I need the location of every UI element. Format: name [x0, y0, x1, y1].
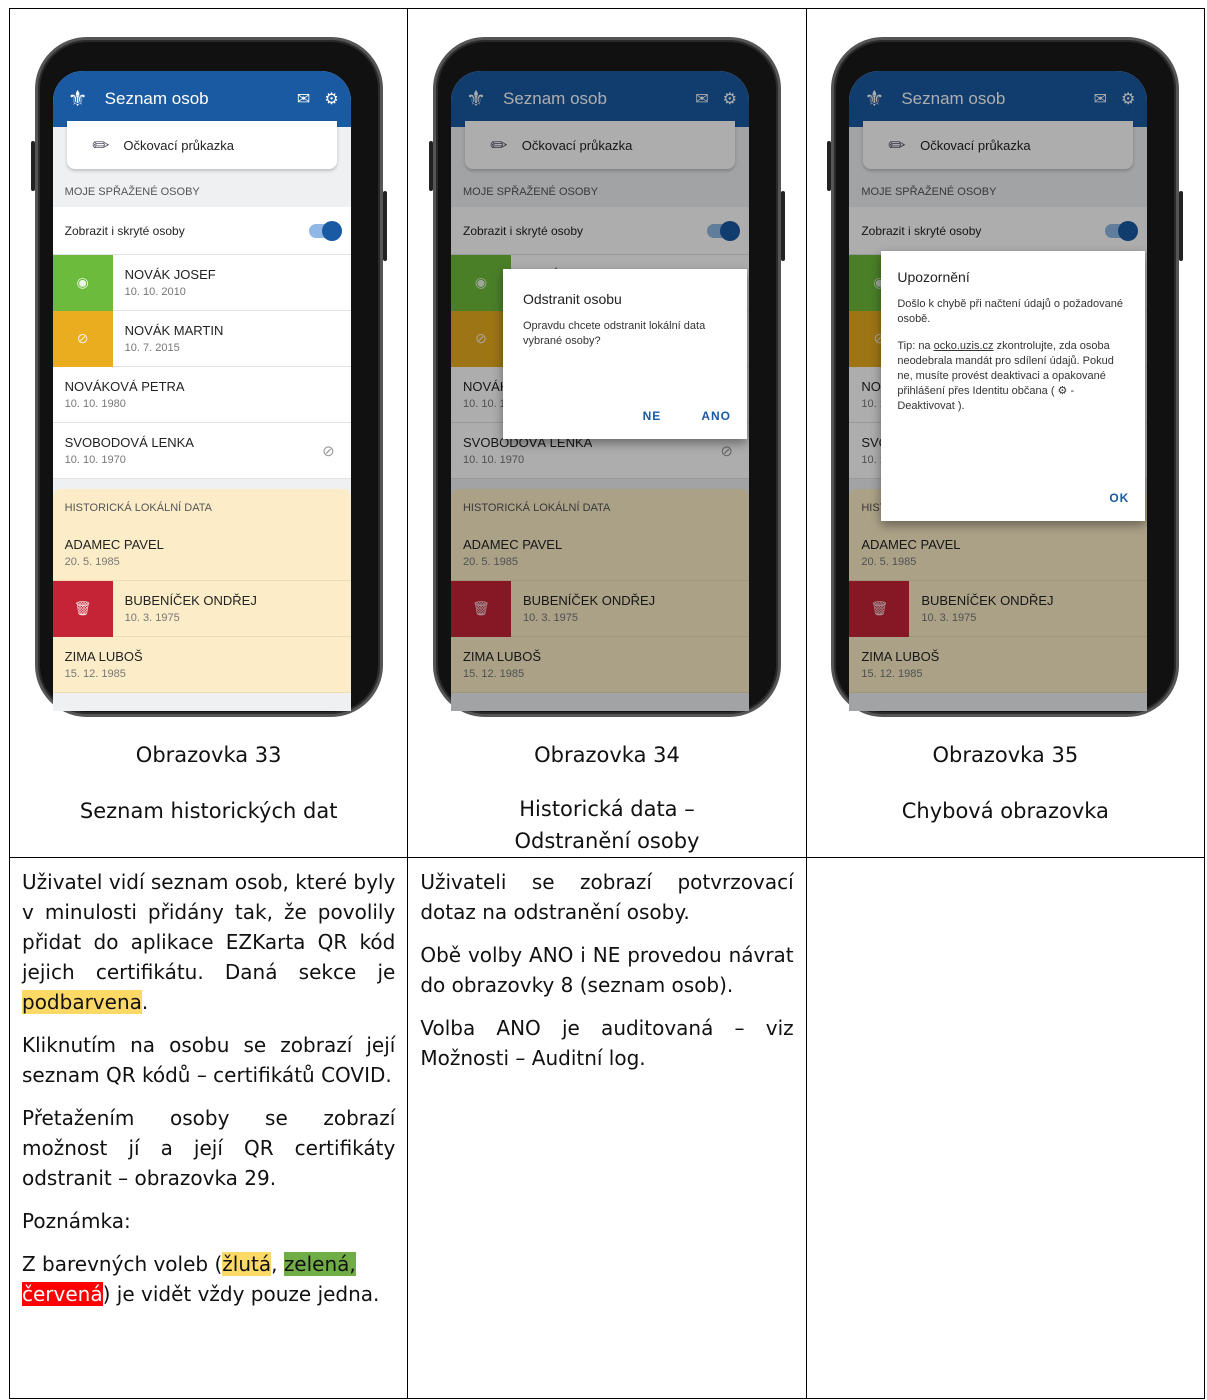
- highlight-yellow: žlutá: [222, 1252, 272, 1276]
- show-hidden-toggle[interactable]: [308, 220, 342, 241]
- eye-off-icon[interactable]: ⊘: [322, 442, 335, 460]
- vaccination-card-button[interactable]: ✎ Očkovací průkazka: [66, 121, 337, 169]
- list-item[interactable]: 🗑 BUBENÍČEK ONDŘEJ 10. 3. 1975: [52, 580, 351, 637]
- screen-title: Chybová obrazovka: [901, 799, 1109, 823]
- show-hidden-toggle-row[interactable]: Zobrazit i skryté osoby: [52, 207, 351, 255]
- description-cell-33: Uživatel vidí seznam osob, které byly v …: [8, 857, 409, 1399]
- highlight-green: zelená,: [283, 1252, 356, 1276]
- phone-mockup: ⚜ Seznam osob ✉ ⚙ ✎ Očkovací průkazka MO…: [428, 21, 785, 721]
- ok-button[interactable]: OK: [1109, 491, 1129, 505]
- person-date: 10. 3. 1975: [124, 612, 180, 624]
- section-header: MOJE SPŘAŽENÉ OSOBY: [64, 186, 200, 198]
- eye-icon: ◉: [52, 254, 113, 311]
- screen-title: Seznam historických dat: [79, 799, 338, 823]
- app-screen: ⚜ Seznam osob ✉ ⚙ ✎ Očkovací průkazka MO…: [849, 71, 1148, 711]
- history-header: HISTORICKÁ LOKÁLNÍ DATA: [64, 502, 212, 514]
- person-name: ADAMEC PAVEL: [64, 537, 164, 552]
- person-name: BUBENÍČEK ONDŘEJ: [124, 593, 257, 608]
- screen-title: Historická data – Odstranění osoby: [514, 797, 700, 853]
- vaccination-card-label: Očkovací průkazka: [123, 137, 234, 153]
- description-cell-34: Uživateli se zobrazí potvrzovací dotaz n…: [407, 857, 807, 1399]
- gear-icon: ⚙: [1054, 385, 1068, 397]
- screen-number: Obrazovka 34: [534, 743, 680, 767]
- person-name: ZIMA LUBOŠ: [64, 649, 143, 664]
- list-item[interactable]: ADAMEC PAVEL 20. 5. 1985: [52, 525, 351, 581]
- mail-icon[interactable]: ✉: [297, 89, 310, 109]
- highlight-red: červená: [22, 1282, 103, 1306]
- state-logo-icon: ⚜: [67, 86, 88, 111]
- paragraph: Uživateli se zobrazí potvrzovací dotaz n…: [420, 870, 794, 924]
- paragraph: Poznámka:: [22, 1209, 131, 1233]
- dialog-title: Odstranit osobu: [522, 291, 622, 307]
- person-name: NOVÁK MARTIN: [124, 323, 224, 338]
- highlight-text: podbarvena: [22, 990, 142, 1014]
- text: ,: [271, 1252, 284, 1276]
- dialog-title: Upozornění: [897, 269, 970, 285]
- dialog-message: Došlo k chybě při načtení údajů o požado…: [897, 298, 1123, 325]
- text: .: [141, 990, 149, 1014]
- screen-number: Obrazovka 35: [932, 743, 1079, 767]
- syringe-icon: ✎: [87, 131, 116, 160]
- phone-mockup: ⚜ Seznam osob ✉ ⚙ ✎ Očkovací průkazka MO…: [827, 21, 1184, 721]
- person-name: SVOBODOVÁ LENKA: [64, 435, 194, 450]
- person-date: 10. 10. 1980: [64, 398, 126, 410]
- paragraph: Obě volby ANO i NE provedou návrat do ob…: [420, 943, 794, 997]
- tip-prefix: Tip: na: [897, 340, 934, 352]
- paragraph: Z barevných voleb (žlutá, zelená, červen…: [22, 1249, 395, 1309]
- screen-cell-33: ⚜ Seznam osob ✉ ⚙ ✎ Očkovací průkazka MO…: [8, 8, 409, 858]
- dialog-message: Opravdu chcete odstranit lokální data vy…: [522, 320, 706, 347]
- person-date: 20. 5. 1985: [64, 556, 120, 568]
- list-item[interactable]: ⊘ NOVÁK MARTIN 10. 7. 2015: [52, 310, 351, 367]
- paragraph: Volba ANO je auditovaná – viz Možnosti –…: [420, 1016, 794, 1070]
- document-table: ⚜ Seznam osob ✉ ⚙ ✎ Očkovací průkazka MO…: [8, 8, 1206, 1399]
- app-screen: ⚜ Seznam osob ✉ ⚙ ✎ Očkovací průkazka MO…: [450, 71, 749, 711]
- app-title: Seznam osob: [104, 89, 209, 108]
- list-item[interactable]: NOVÁKOVÁ PETRA 10. 10. 1980: [52, 367, 351, 423]
- person-date: 15. 12. 1985: [64, 668, 126, 680]
- list-item[interactable]: ◉ NOVÁK JOSEF 10. 10. 2010: [52, 254, 351, 311]
- eye-off-icon: ⊘: [52, 310, 113, 367]
- app-screen: ⚜ Seznam osob ✉ ⚙ ✎ Očkovací průkazka MO…: [52, 71, 351, 711]
- paragraph: Uživatel vidí seznam osob, které byly v …: [22, 867, 395, 1017]
- text: Z barevných voleb (: [22, 1252, 223, 1276]
- remove-person-dialog: Odstranit osobu Opravdu chcete odstranit…: [502, 269, 747, 439]
- person-date: 10. 10. 1970: [64, 454, 126, 466]
- gear-icon[interactable]: ⚙: [324, 89, 338, 109]
- screen-cell-35: ⚜ Seznam osob ✉ ⚙ ✎ Očkovací průkazka MO…: [805, 8, 1206, 858]
- description-cell-35: [805, 857, 1206, 1399]
- screen-cell-34: ⚜ Seznam osob ✉ ⚙ ✎ Očkovací průkazka MO…: [407, 8, 807, 858]
- paragraph: Kliknutím na osobu se zobrazí její sezna…: [22, 1033, 396, 1087]
- person-name: NOVÁKOVÁ PETRA: [64, 379, 185, 394]
- dialog-tip: Tip: na ocko.uzis.cz zkontrolujte, zda o…: [897, 339, 1129, 414]
- person-date: 10. 10. 2010: [124, 286, 186, 298]
- person-name: NOVÁK JOSEF: [124, 267, 216, 282]
- error-dialog: Upozornění Došlo k chybě při načtení úda…: [881, 251, 1146, 521]
- list-item[interactable]: ZIMA LUBOŠ 15. 12. 1985: [52, 637, 351, 693]
- text: ) je vidět vždy pouze jedna.: [102, 1282, 380, 1306]
- list-item[interactable]: SVOBODOVÁ LENKA 10. 10. 1970 ⊘: [52, 423, 351, 479]
- app-bar: ⚜ Seznam osob ✉ ⚙: [52, 71, 351, 127]
- text: Uživatel vidí seznam osob, které byly v …: [22, 870, 396, 984]
- phone-mockup: ⚜ Seznam osob ✉ ⚙ ✎ Očkovací průkazka MO…: [30, 21, 387, 721]
- trash-icon[interactable]: 🗑: [52, 580, 113, 637]
- history-section: HISTORICKÁ LOKÁLNÍ DATA ADAMEC PAVEL 20. …: [52, 489, 351, 693]
- paragraph: Přetažením osoby se zobrazí možnost jí a…: [22, 1106, 396, 1190]
- toggle-label: Zobrazit i skryté osoby: [64, 223, 185, 238]
- yes-button[interactable]: ANO: [701, 409, 731, 423]
- screen-number: Obrazovka 33: [135, 743, 282, 767]
- no-button[interactable]: NE: [643, 409, 662, 423]
- uzis-link[interactable]: ocko.uzis.cz: [934, 340, 994, 352]
- person-date: 10. 7. 2015: [124, 342, 180, 354]
